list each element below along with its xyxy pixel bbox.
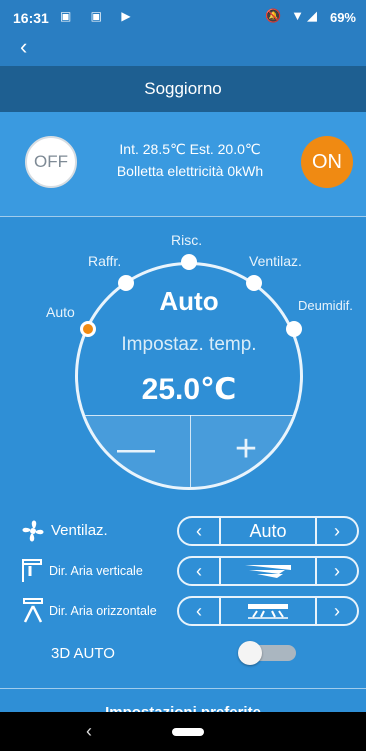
status-time: 16:31	[13, 10, 49, 26]
fan-speed-selector: ‹ Auto ›	[177, 516, 359, 546]
horizontal-airflow-selector: ‹ ›	[177, 596, 359, 626]
vertical-airflow-icon	[22, 559, 42, 582]
signal-icons: 🔕 ▼◢	[265, 8, 320, 23]
mode-dry-label[interactable]: Deumidif.	[298, 298, 353, 313]
vertical-airflow-next-button[interactable]: ›	[317, 558, 357, 584]
auto3d-label: 3D AUTO	[51, 645, 115, 662]
temp-decrease-button[interactable]: —	[80, 412, 192, 486]
horizontal-airflow-next-button[interactable]: ›	[317, 598, 357, 624]
notification-icons: ▣ ▣ ▶	[60, 9, 139, 23]
mode-fan-label[interactable]: Ventilaz.	[249, 253, 302, 269]
set-temp-label: Impostaz. temp.	[121, 334, 257, 355]
horizontal-airflow-icon	[23, 598, 43, 623]
vertical-airflow-prev-button[interactable]: ‹	[179, 558, 219, 584]
page-title: Soggiorno	[144, 79, 222, 98]
fan-icon	[22, 520, 44, 542]
battery-level: 69%	[329, 10, 356, 25]
toggle-knob	[238, 641, 262, 665]
temperature-readout: Int. 28.5℃ Est. 20.0℃	[119, 141, 261, 157]
navigation-bar: ‹	[0, 712, 366, 751]
fan-speed-next-button[interactable]: ›	[317, 518, 357, 544]
horizontal-airflow-value	[219, 598, 317, 624]
back-arrow-icon[interactable]: ‹	[20, 36, 27, 58]
fan-speed-prev-button[interactable]: ‹	[179, 518, 219, 544]
mode-heat-label[interactable]: Risc.	[171, 232, 202, 248]
fan-speed-value: Auto	[219, 518, 317, 544]
horizontal-airflow-label: Dir. Aria orizzontale	[49, 604, 157, 618]
energy-bill-readout: Bolletta elettricità 0kWh	[116, 163, 264, 179]
nav-home-pill[interactable]	[172, 728, 204, 736]
power-on-button[interactable]: ON	[301, 136, 353, 188]
divider	[0, 688, 366, 689]
mode-cool-label[interactable]: Raffr.	[88, 253, 121, 269]
vertical-airflow-selector: ‹ ›	[177, 556, 359, 586]
auto3d-toggle[interactable]	[238, 641, 298, 665]
set-temp-value: 25.0℃	[141, 373, 237, 406]
vertical-airflow-label: Dir. Aria verticale	[49, 564, 143, 578]
vertical-airflow-value	[219, 558, 317, 584]
horizontal-louver-icon	[248, 604, 288, 619]
fan-speed-label: Ventilaz.	[51, 522, 108, 539]
horizontal-airflow-prev-button[interactable]: ‹	[179, 598, 219, 624]
divider	[0, 216, 366, 217]
vertical-louver-icon	[245, 565, 291, 578]
power-off-button[interactable]: OFF	[25, 136, 77, 188]
current-mode: Auto	[159, 286, 219, 316]
mode-auto-label[interactable]: Auto	[46, 304, 75, 320]
title-bar: Soggiorno	[0, 66, 366, 112]
nav-back-icon[interactable]: ‹	[86, 721, 92, 742]
temp-increase-button[interactable]: +	[190, 412, 302, 486]
mode-heat-dot[interactable]	[181, 254, 197, 270]
